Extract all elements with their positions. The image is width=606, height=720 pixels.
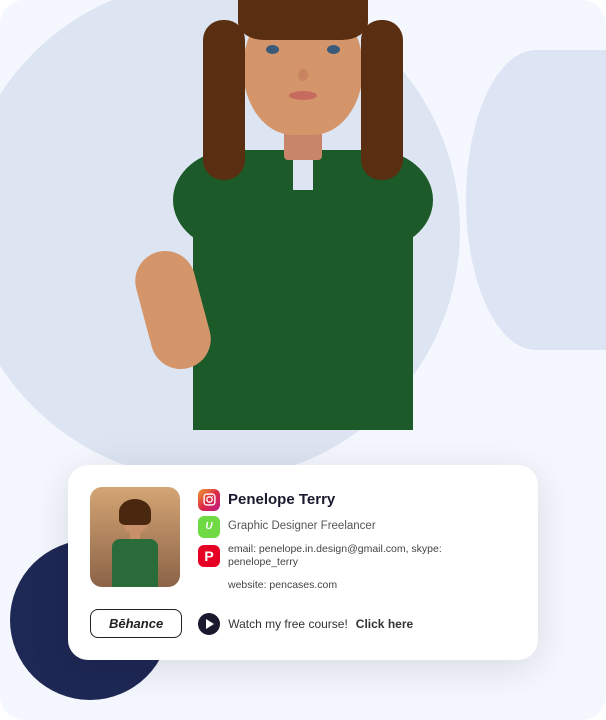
- title-row: U Graphic Designer Freelancer: [198, 516, 514, 538]
- avatar-background: [90, 487, 180, 587]
- course-text: Watch my free course!: [228, 617, 348, 631]
- avatar-body: [112, 539, 158, 587]
- eye-right: [327, 45, 340, 54]
- hair-top: [238, 0, 368, 40]
- body-main: [193, 190, 413, 430]
- play-triangle-icon: [206, 619, 214, 629]
- avatar-hair: [119, 499, 151, 525]
- click-here-link[interactable]: Click here: [356, 617, 413, 631]
- profile-card: Penelope Terry U Graphic Designer Freela…: [68, 465, 538, 660]
- card-contact-info: Penelope Terry U Graphic Designer Freela…: [198, 487, 514, 593]
- website-line: website: pencases.com: [228, 579, 337, 591]
- behance-button[interactable]: Bēhance: [90, 609, 182, 638]
- person-photo-area: [0, 0, 606, 430]
- hair-right: [361, 20, 403, 180]
- lips: [289, 91, 317, 100]
- scene: Penelope Terry U Graphic Designer Freela…: [0, 0, 606, 720]
- hair-left: [203, 20, 245, 180]
- upwork-icon[interactable]: U: [198, 516, 220, 538]
- pinterest-icon[interactable]: P: [198, 545, 220, 567]
- eye-left: [266, 45, 279, 54]
- card-bottom-section: Bēhance Watch my free course! Click here: [90, 609, 514, 638]
- nose: [298, 69, 308, 81]
- play-button[interactable]: [198, 613, 220, 635]
- card-top-section: Penelope Terry U Graphic Designer Freela…: [90, 487, 514, 593]
- person-figure: [123, 10, 483, 430]
- behance-label: Bēhance: [109, 616, 163, 631]
- email-skype-line: email: penelope.in.design@gmail.com, sky…: [228, 543, 514, 570]
- course-row: Watch my free course! Click here: [198, 613, 413, 635]
- person-name: Penelope Terry: [228, 491, 335, 509]
- name-row: Penelope Terry: [198, 489, 514, 511]
- card-avatar: [90, 487, 180, 587]
- person-title: Graphic Designer Freelancer: [228, 519, 376, 534]
- instagram-icon[interactable]: [198, 489, 220, 511]
- website-row: website: pencases.com: [228, 575, 514, 593]
- avatar-figure: [105, 497, 165, 587]
- email-row: P email: penelope.in.design@gmail.com, s…: [198, 543, 514, 570]
- eyes-container: [266, 45, 340, 54]
